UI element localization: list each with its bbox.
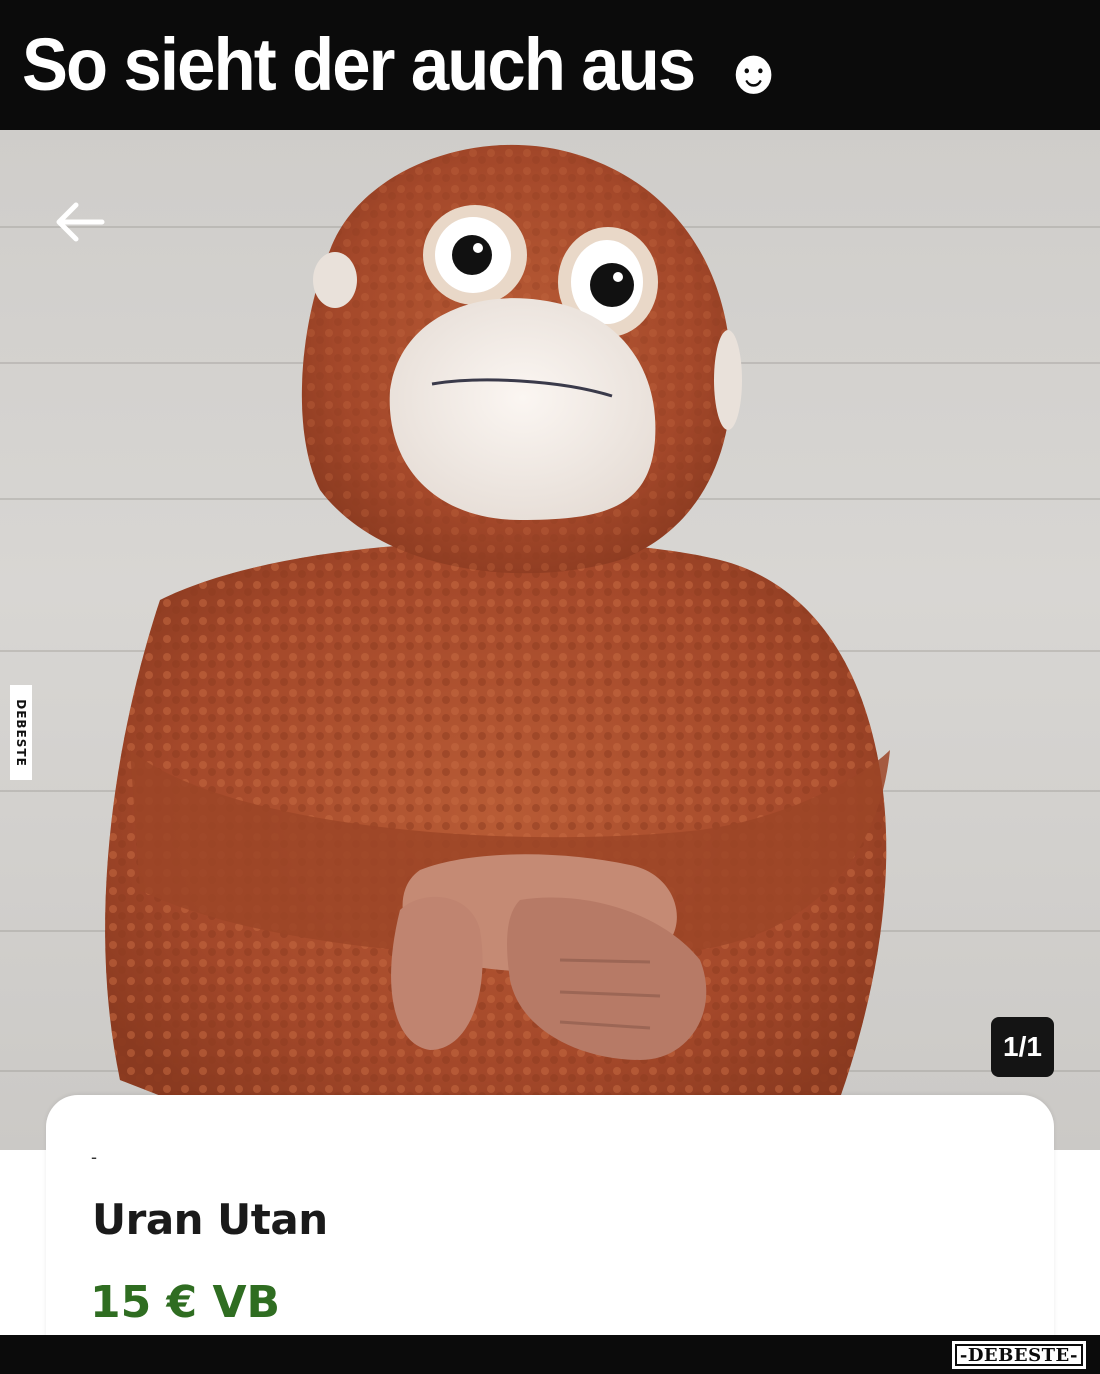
caption-bar: So sieht der auch aus ☻ [0, 0, 1100, 130]
listing-price: 15 € VB [90, 1277, 281, 1328]
listing-dash: - [91, 1147, 97, 1167]
caption-text: So sieht der auch aus ☻ [22, 22, 785, 107]
listing-title: Uran Utan [92, 1195, 328, 1244]
listing-card[interactable]: - Uran Utan 15 € VB [46, 1095, 1054, 1345]
side-watermark: DEBESTE [10, 685, 32, 780]
caption-label: So sieht der auch aus [22, 23, 696, 107]
plush-orangutan-image [105, 144, 890, 1150]
footer-bar: -DEBESTE- [0, 1335, 1100, 1374]
back-button[interactable] [50, 192, 110, 252]
arrow-left-icon [56, 202, 105, 242]
smiley-icon: ☻ [722, 34, 785, 107]
footer-watermark: -DEBESTE- [951, 1341, 1086, 1369]
listing-photo[interactable]: DEBESTE 1/1 [0, 130, 1100, 1150]
image-counter: 1/1 [991, 1017, 1054, 1077]
